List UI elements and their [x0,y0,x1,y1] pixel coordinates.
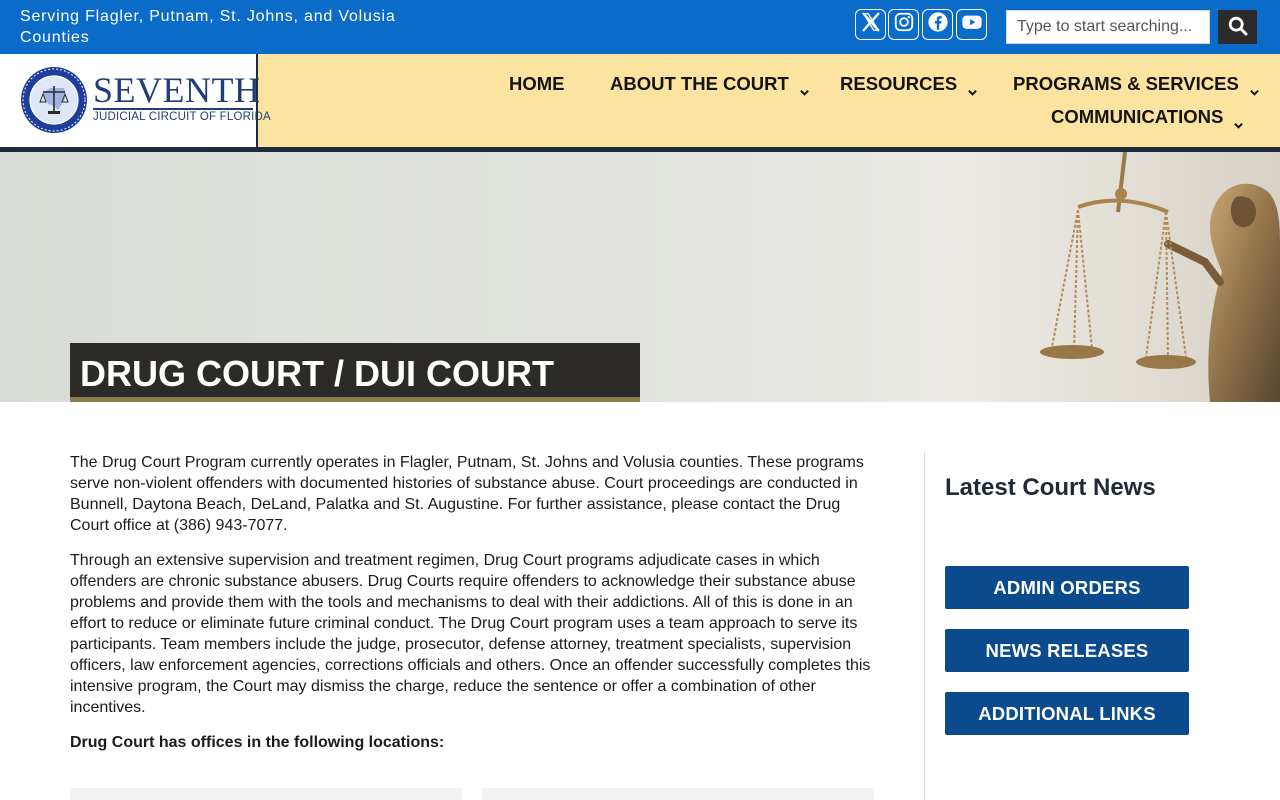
nav-programs-label: PROGRAMS & SERVICES [1013,73,1239,94]
site-tagline: Serving Flagler, Putnam, St. Johns, and … [20,8,396,46]
main-content: The Drug Court Program currently operate… [70,452,878,767]
nav-home-label: HOME [509,73,565,94]
news-releases-label: NEWS RELEASES [985,639,1149,661]
nav-resources-label: RESOURCES [840,73,958,94]
news-releases-button[interactable]: NEWS RELEASES [945,629,1189,672]
admin-orders-button[interactable]: ADMIN ORDERS [945,566,1189,609]
admin-orders-label: ADMIN ORDERS [993,576,1141,598]
site-header: SEVENTH JUDICIAL CIRCUIT OF FLORIDA HOME… [0,54,1280,152]
instagram-social-link[interactable] [888,9,919,40]
site-logo[interactable]: SEVENTH JUDICIAL CIRCUIT OF FLORIDA [0,54,271,147]
page-title-box: DRUG COURT / DUI COURT [70,343,640,402]
sidebar-divider [924,452,925,800]
x-icon [860,11,882,38]
scales-of-justice-image [1000,152,1280,402]
locations-heading: Drug Court has offices in the following … [70,734,445,751]
x-social-link[interactable] [855,9,886,40]
youtube-social-link[interactable] [956,9,987,40]
nav-about-the-court[interactable]: ABOUT THE COURT [610,73,809,96]
nav-communications-label: COMMUNICATIONS [1051,106,1224,127]
logo-subtitle: JUDICIAL CIRCUIT OF FLORIDA [93,111,271,123]
facebook-social-link[interactable] [922,9,953,40]
chevron-down-icon [968,80,978,96]
chevron-down-icon [800,80,809,96]
hero-banner: DRUG COURT / DUI COURT [0,152,1280,402]
nav-resources[interactable]: RESOURCES [840,73,978,96]
location-card [70,788,462,800]
intro-paragraph: The Drug Court Program currently operate… [70,454,864,534]
court-seal-icon [20,66,88,134]
chevron-down-icon [1250,80,1259,96]
page-title: DRUG COURT / DUI COURT [80,353,554,394]
logo-wordmark: SEVENTH [93,70,261,110]
chevron-down-icon [1234,113,1244,129]
latest-news-heading: Latest Court News [945,474,1156,501]
nav-home[interactable]: HOME [509,73,565,95]
top-bar: Serving Flagler, Putnam, St. Johns, and … [0,0,1280,54]
nav-about-label: ABOUT THE COURT [610,73,789,94]
nav-communications[interactable]: COMMUNICATIONS [1051,106,1244,129]
additional-links-label: ADDITIONAL LINKS [978,702,1156,724]
additional-links-button[interactable]: ADDITIONAL LINKS [945,692,1189,735]
youtube-icon [961,11,983,38]
search-button[interactable] [1218,10,1257,44]
program-paragraph: Through an extensive supervision and tre… [70,552,871,716]
facebook-icon [927,11,949,38]
nav-programs-services[interactable]: PROGRAMS & SERVICES [1013,73,1259,96]
location-card [482,788,874,800]
search-icon [1228,16,1248,39]
instagram-icon [893,11,915,38]
search-input[interactable] [1006,10,1210,44]
